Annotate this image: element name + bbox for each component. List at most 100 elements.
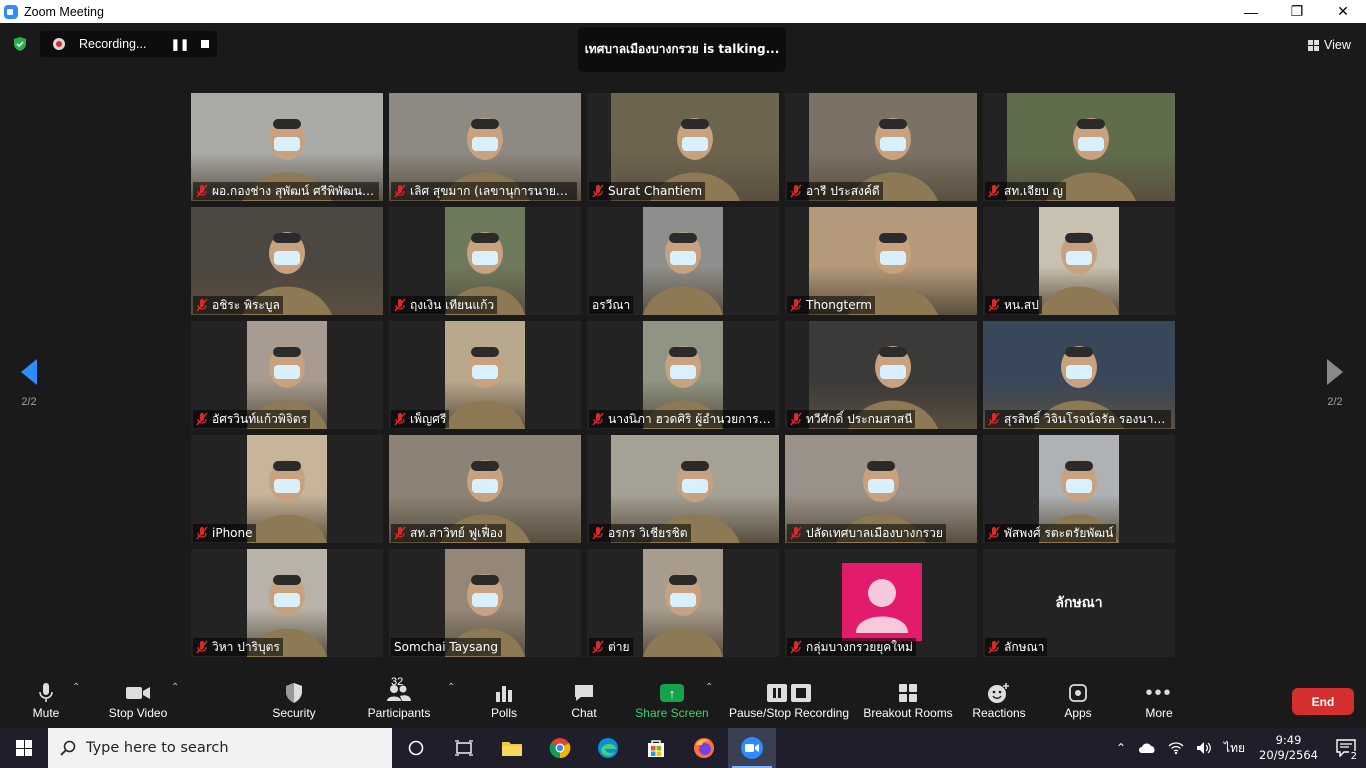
participant-tile[interactable]: สท.สาวิทย์ ฟูเฟื่อง xyxy=(389,435,581,543)
file-explorer-taskbar-button[interactable] xyxy=(488,728,536,768)
recording-label: Recording... xyxy=(79,37,147,51)
meeting-toolbar: Mute ⌃ Stop Video ⌃ Security 32 Particip… xyxy=(0,676,1366,728)
chat-button[interactable]: Chat xyxy=(564,680,604,726)
participant-tile[interactable]: อารี ประสงค์ดี xyxy=(785,93,977,201)
reactions-button[interactable]: Reactions xyxy=(970,680,1028,726)
participant-tile[interactable]: กลุ่มบางกรวยยุคใหม่ xyxy=(785,549,977,657)
participant-tile[interactable]: นางนิภา ฮวดศิริ ผู้อำนวยการก... xyxy=(587,321,779,429)
participant-video xyxy=(643,207,723,315)
firefox-icon xyxy=(694,738,714,758)
participant-name-label: Thongterm xyxy=(787,296,875,314)
taskbar-clock[interactable]: 9:49 20/9/2564 xyxy=(1251,733,1326,763)
arrow-left-icon[interactable] xyxy=(20,358,38,386)
taskbar-search[interactable]: Type here to search xyxy=(48,728,392,768)
participant-name: กลุ่มบางกรวยยุคใหม่ xyxy=(806,639,913,654)
participant-tile[interactable]: อรวีณา xyxy=(587,207,779,315)
cortana-button[interactable] xyxy=(392,728,440,768)
participant-name: สท.เจียบ ญ xyxy=(1004,183,1063,198)
participant-tile[interactable]: ผอ.กองช่าง สุพัฒน์ ศรีพิพัฒนกุล xyxy=(191,93,383,201)
participant-tile[interactable]: ทวีศักดิ์ ประกมสาสนี xyxy=(785,321,977,429)
participant-tile[interactable]: Surat Chantiem xyxy=(587,93,779,201)
participant-name-label: อรกร วิเชียรชิต xyxy=(589,524,691,542)
security-label: Security xyxy=(272,706,316,720)
video-camera-icon xyxy=(126,687,150,699)
meeting-area: Recording... ❚❚ เทศบาลเมืองบางกรวย is ta… xyxy=(0,23,1366,676)
end-meeting-button[interactable]: End xyxy=(1292,688,1354,715)
participant-tile[interactable]: ปลัดเทศบาลเมืองบางกรวย xyxy=(785,435,977,543)
input-language[interactable]: ไทย xyxy=(1218,739,1251,758)
edge-taskbar-button[interactable] xyxy=(584,728,632,768)
participant-tile[interactable]: เลิศ สุขมาก (เลขานุการนายกเทศ... xyxy=(389,93,581,201)
encryption-shield-icon[interactable] xyxy=(12,36,28,52)
view-button[interactable]: View xyxy=(1308,33,1358,57)
task-view-icon xyxy=(455,740,473,756)
participant-name-label: ลักษณา xyxy=(985,638,1048,656)
participant-name: Surat Chantiem xyxy=(608,184,703,198)
zoom-taskbar-button[interactable] xyxy=(728,728,776,768)
muted-microphone-icon xyxy=(592,526,604,540)
participant-tile[interactable]: สท.เจียบ ญ xyxy=(983,93,1175,201)
pause-recording-icon[interactable]: ❚❚ xyxy=(167,38,193,51)
task-view-button[interactable] xyxy=(440,728,488,768)
participant-tile[interactable]: Thongterm xyxy=(785,207,977,315)
participant-tile[interactable]: วิหา ปาริบุตร xyxy=(191,549,383,657)
participant-tile[interactable]: สุรสิทธิ์ วิจินโรจน์จรัล รองนายก... xyxy=(983,321,1175,429)
share-screen-button[interactable]: ↑ Share Screen xyxy=(634,680,710,726)
pause-stop-recording-button[interactable]: Pause/Stop Recording xyxy=(728,680,850,726)
security-button[interactable]: Security xyxy=(270,680,318,726)
previous-page-nav[interactable]: 2/2 xyxy=(14,358,44,408)
participant-tile[interactable]: ฤงเงิน เทียนแก้ว xyxy=(389,207,581,315)
start-button[interactable] xyxy=(0,728,48,768)
cortana-circle-icon xyxy=(408,740,424,756)
participants-button[interactable]: 32 Participants xyxy=(364,676,434,726)
muted-microphone-icon xyxy=(790,640,802,654)
share-screen-label: Share Screen xyxy=(635,706,709,720)
firefox-taskbar-button[interactable] xyxy=(680,728,728,768)
more-button[interactable]: ••• More xyxy=(1139,680,1179,726)
participant-tile[interactable]: ลักษณา ลักษณา xyxy=(983,549,1175,657)
breakout-rooms-button[interactable]: Breakout Rooms xyxy=(862,680,954,726)
chat-label: Chat xyxy=(571,706,597,720)
participants-options-chevron-icon[interactable]: ⌃ xyxy=(447,682,455,693)
stop-recording-icon[interactable] xyxy=(193,40,217,48)
participant-video xyxy=(445,321,525,429)
muted-microphone-icon xyxy=(592,412,604,426)
share-options-chevron-icon[interactable]: ⌃ xyxy=(705,682,713,693)
muted-microphone-icon xyxy=(196,526,208,540)
action-center-button[interactable]: 2 xyxy=(1326,728,1366,768)
window-titlebar: Zoom Meeting — ❐ ✕ xyxy=(0,0,1366,23)
minimize-button[interactable]: — xyxy=(1228,0,1274,23)
next-page-nav[interactable]: 2/2 xyxy=(1320,358,1350,408)
close-button[interactable]: ✕ xyxy=(1320,0,1366,23)
onedrive-cloud-icon[interactable] xyxy=(1132,742,1162,754)
maximize-button[interactable]: ❐ xyxy=(1274,0,1320,23)
participant-video xyxy=(643,549,723,657)
store-taskbar-button[interactable] xyxy=(632,728,680,768)
chrome-taskbar-button[interactable] xyxy=(536,728,584,768)
participant-tile[interactable]: ต่าย xyxy=(587,549,779,657)
mute-options-chevron-icon[interactable]: ⌃ xyxy=(72,682,80,693)
show-hidden-icons-chevron-icon[interactable]: ⌃ xyxy=(1110,741,1132,755)
participant-name: หน.สป xyxy=(1004,297,1039,312)
volume-icon[interactable] xyxy=(1190,741,1218,755)
stop-video-button[interactable]: Stop Video xyxy=(104,680,172,726)
participant-name-label: วิหา ปาริบุตร xyxy=(193,638,283,656)
polls-button[interactable]: Polls xyxy=(484,680,524,726)
participant-tile[interactable]: เพ็ญศรี xyxy=(389,321,581,429)
window-title: Zoom Meeting xyxy=(24,4,104,19)
participant-tile[interactable]: พัสพงศ์ รตะตรัยพัฒน์ xyxy=(983,435,1175,543)
participant-tile[interactable]: อชิระ พิระบูล xyxy=(191,207,383,315)
participant-tile[interactable]: อรกร วิเชียรชิต xyxy=(587,435,779,543)
participant-tile[interactable]: iPhone xyxy=(191,435,383,543)
wifi-icon[interactable] xyxy=(1162,741,1190,755)
page-indicator-left: 2/2 xyxy=(21,396,37,408)
arrow-right-icon[interactable] xyxy=(1326,358,1344,386)
participant-video xyxy=(247,435,327,543)
video-options-chevron-icon[interactable]: ⌃ xyxy=(171,682,179,693)
participant-tile[interactable]: หน.สป xyxy=(983,207,1175,315)
participant-tile[interactable]: Somchai Taysang xyxy=(389,549,581,657)
mute-button[interactable]: Mute xyxy=(26,680,66,726)
participant-tile[interactable]: อัศรวินท์แก้วพิจิตร xyxy=(191,321,383,429)
apps-button[interactable]: Apps xyxy=(1058,680,1098,726)
participant-name: อชิระ พิระบูล xyxy=(212,297,280,312)
